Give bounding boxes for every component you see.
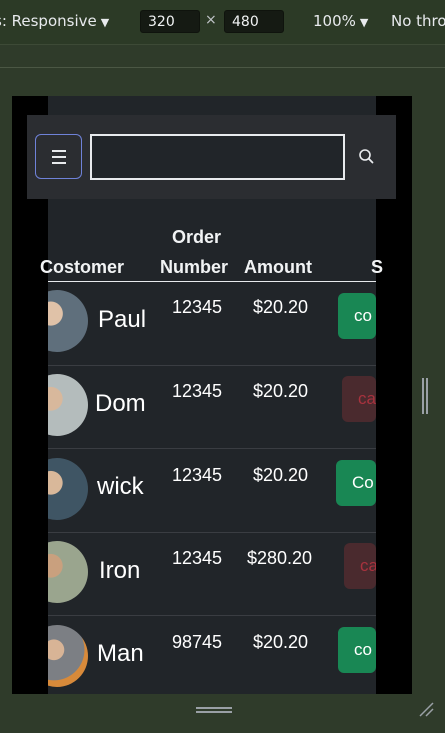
hamburger-icon [51, 149, 66, 152]
row-divider [48, 448, 376, 449]
column-header-order-line1: Order [172, 227, 222, 247]
search-button[interactable] [357, 147, 377, 167]
avatar [48, 374, 88, 436]
grip-line [196, 707, 232, 709]
customer-name: Man [97, 640, 144, 667]
zoom-selector[interactable]: 100% ▼ [313, 12, 368, 30]
viewport-height-input[interactable]: 480 [224, 10, 284, 33]
order-number: 98745 [172, 632, 223, 652]
viewport-height-resize-handle[interactable] [196, 706, 232, 714]
avatar [48, 458, 88, 520]
grip-line [426, 378, 428, 414]
order-amount: $20.20 [253, 465, 309, 485]
row-divider [48, 365, 376, 366]
status-badge[interactable]: Co [336, 460, 376, 506]
devtools-ruler-bar [0, 45, 445, 68]
order-amount: $20.20 [253, 632, 309, 652]
avatar [48, 541, 88, 603]
grip-line [196, 711, 232, 713]
status-badge[interactable]: ca [344, 543, 376, 589]
order-number: 12345 [172, 465, 223, 485]
resize-corner-icon [419, 702, 434, 717]
hamburger-icon [51, 161, 66, 164]
navbar [27, 115, 396, 199]
chevron-down-icon: ▼ [359, 16, 369, 29]
viewport-width-resize-handle[interactable] [421, 378, 429, 414]
customer-name: Paul [98, 306, 147, 333]
throttle-selector[interactable]: No thro [391, 12, 445, 30]
customer-name: Iron [99, 557, 141, 584]
column-header-status: S [371, 257, 384, 277]
order-number: 12345 [172, 548, 223, 568]
search-icon [359, 149, 374, 164]
order-number: 12345 [172, 381, 223, 401]
viewport-corner-resize-handle[interactable] [417, 700, 435, 718]
grip-line [422, 378, 424, 414]
customer-name: Dom [95, 390, 146, 417]
viewport-width-input[interactable]: 320 [140, 10, 200, 33]
status-badge[interactable]: co [338, 627, 376, 673]
device-selector-label: s: Responsive [0, 12, 97, 30]
table-header-divider [48, 281, 376, 282]
chevron-down-icon: ▼ [100, 16, 110, 29]
devtools-toolbar: s: Responsive ▼ 320 × 480 100% ▼ No thro [0, 0, 445, 45]
order-amount: $20.20 [253, 297, 309, 317]
hamburger-icon [51, 155, 66, 158]
order-amount: $20.20 [253, 381, 309, 401]
order-amount: $280.20 [247, 548, 313, 568]
avatar [48, 290, 88, 352]
row-divider [48, 532, 376, 533]
avatar [48, 625, 88, 687]
column-header-customer: Costomer [40, 257, 125, 277]
zoom-label: 100% [313, 12, 356, 30]
menu-toggle-button[interactable] [35, 134, 82, 179]
customer-name: wick [97, 473, 144, 500]
column-header-amount: Amount [244, 257, 312, 277]
dimension-separator: × [205, 12, 217, 28]
row-divider [48, 615, 376, 616]
column-header-order-line2: Number [160, 257, 229, 277]
device-selector[interactable]: s: Responsive ▼ [0, 12, 109, 30]
status-badge[interactable]: co [338, 293, 376, 339]
status-badge[interactable]: ca [342, 376, 376, 422]
search-input[interactable] [90, 134, 345, 180]
order-number: 12345 [172, 297, 223, 317]
